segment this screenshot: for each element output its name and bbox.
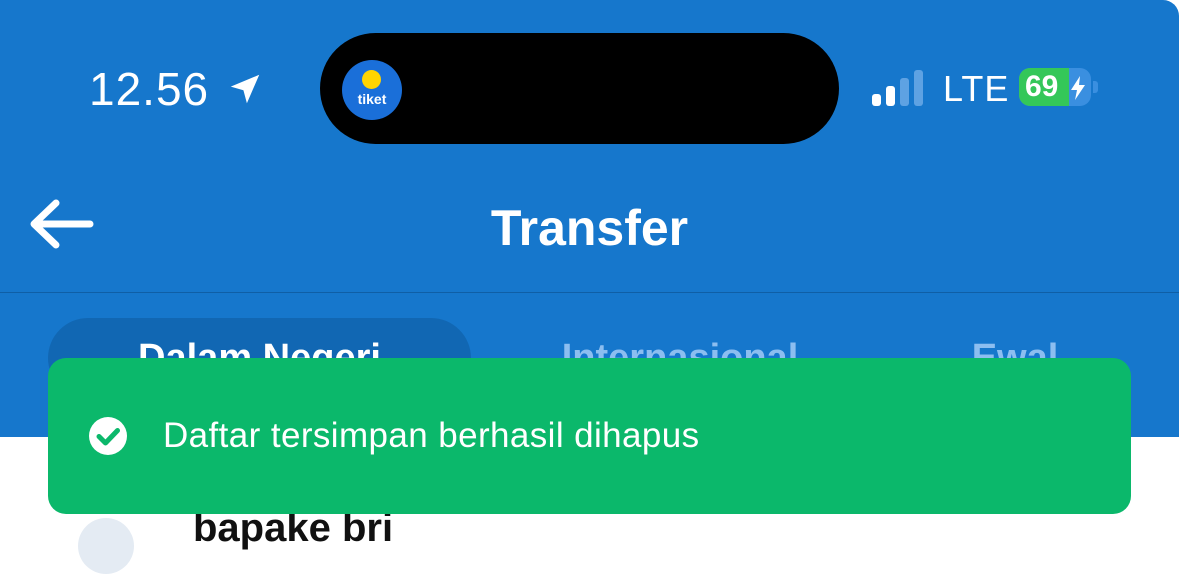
tiket-app-icon: tiket <box>342 60 402 120</box>
network-type: LTE <box>943 68 1010 109</box>
avatar <box>78 518 134 574</box>
header-divider <box>0 292 1179 293</box>
battery-cap <box>1093 81 1098 93</box>
charging-bolt-icon <box>1071 76 1085 100</box>
app-badge-text: tiket <box>357 91 387 107</box>
battery-indicator: 69 <box>1019 68 1091 106</box>
check-circle-icon <box>89 417 127 455</box>
status-time: 12.56 <box>89 63 210 115</box>
signal-strength-icon <box>872 70 923 106</box>
battery-percent: 69 <box>1025 70 1059 103</box>
toast-message: Daftar tersimpan berhasil dihapus <box>163 416 700 455</box>
page-title: Transfer <box>490 200 689 256</box>
success-toast: Daftar tersimpan berhasil dihapus <box>48 358 1131 514</box>
location-arrow-icon <box>230 74 260 104</box>
